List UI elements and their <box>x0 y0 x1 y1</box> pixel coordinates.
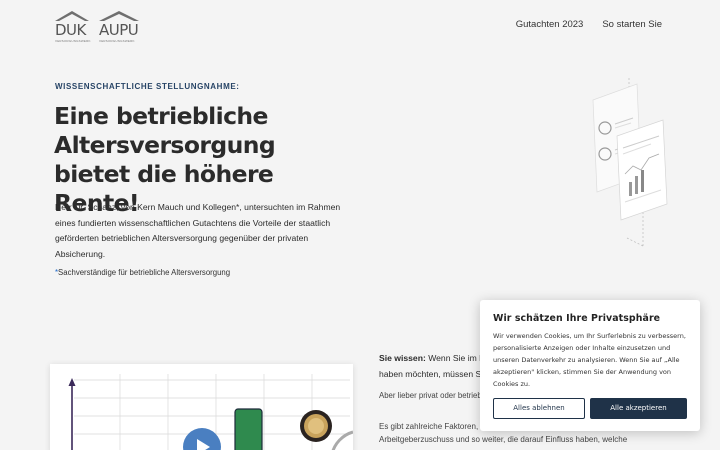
medal-icon <box>300 410 332 442</box>
hero-footnote: *Sachverständige für betriebliche Alters… <box>55 268 230 277</box>
video-chart-thumbnail[interactable] <box>50 364 353 450</box>
green-bar <box>234 408 263 450</box>
play-icon[interactable] <box>183 428 221 450</box>
know-bold: Sie wissen: <box>379 353 426 363</box>
site-header: DUK VERSORGUNGSWERK AUPU VERSORGUNGSWERK… <box>0 0 720 52</box>
main-nav: Gutachten 2023 So starten Sie <box>516 19 662 31</box>
logo-tagline: VERSORGUNGSWERK <box>55 39 91 43</box>
know-paragraph: Sie wissen: Wenn Sie im R haben möchten,… <box>379 351 489 382</box>
nav-gutachten[interactable]: Gutachten 2023 <box>516 19 584 31</box>
faktoren-line-2: Arbeitgeberzuschuss und so weiter, die d… <box>379 434 628 444</box>
footnote-text: Sachverständige für betriebliche Altersv… <box>58 268 231 277</box>
documents-illustration <box>585 78 670 248</box>
nav-so-starten[interactable]: So starten Sie <box>602 19 662 31</box>
reject-all-button[interactable]: Alles ablehnen <box>493 398 585 419</box>
duk-logo[interactable]: DUK VERSORGUNGSWERK <box>55 10 91 43</box>
aupu-logo[interactable]: AUPU VERSORGUNGSWERK <box>99 10 139 43</box>
logo-tagline: VERSORGUNGSWERK <box>99 39 135 43</box>
cookie-text: Wir verwenden Cookies, um Ihr Surferlebn… <box>493 332 686 388</box>
aber-paragraph: Aber lieber privat oder betrieb <box>379 391 482 400</box>
hero-eyebrow: WISSENSCHAFTLICHE STELLUNGNAHME: <box>55 82 240 91</box>
cookie-title: Wir schätzen Ihre Privatsphäre <box>493 313 661 324</box>
cookie-banner: Wir schätzen Ihre Privatsphäre Wir verwe… <box>480 300 700 431</box>
axis-arrow-icon <box>68 378 76 386</box>
logo-mark: DUK <box>55 21 86 39</box>
hero-lead: Herr Dr. Schanz, von Kern Mauch und Koll… <box>55 202 341 259</box>
logo-mark: AUPU <box>99 21 139 39</box>
accept-all-button[interactable]: Alle akzeptieren <box>590 398 687 419</box>
